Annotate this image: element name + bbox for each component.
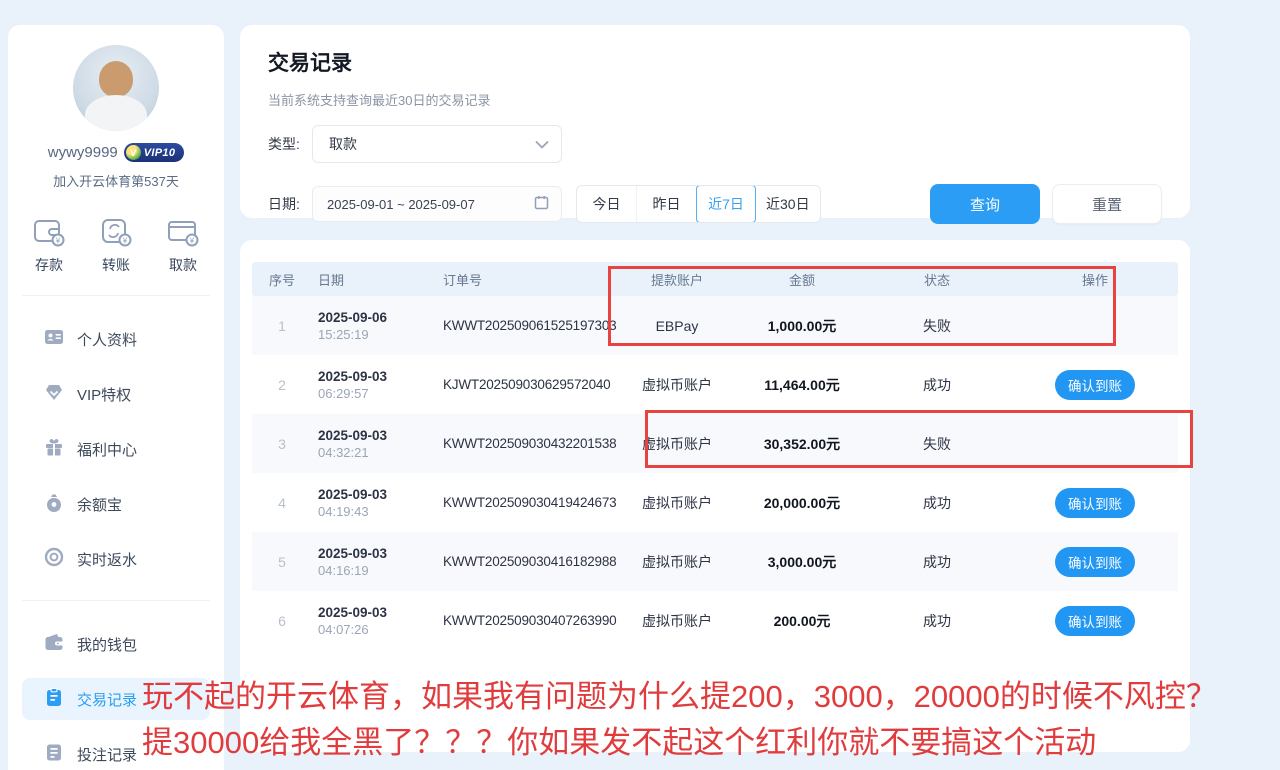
quick-actions: ¥ 存款 ¥ 转账 ¥ 取款 [8, 216, 224, 275]
sidebar: wywy9999 V VIP10 加入开云体育第537天 ¥ 存款 ¥ [8, 25, 224, 770]
col-index: 序号 [252, 270, 312, 289]
type-select[interactable]: 取款 [312, 125, 562, 163]
withdraw-icon: ¥ [166, 216, 200, 248]
range-today-button[interactable]: 今日 [577, 186, 637, 222]
vip-gem-icon: V [126, 145, 141, 160]
deposit-icon: ¥ [32, 216, 66, 248]
range-last30days-button[interactable]: 近30日 [756, 186, 820, 222]
page-subtitle: 当前系统支持查询最近30日的交易记录 [268, 90, 1162, 109]
svg-text:¥: ¥ [189, 237, 195, 246]
username: wywy9999 [48, 144, 118, 161]
confirm-arrival-button[interactable]: 确认到账 [1055, 547, 1135, 577]
date-label: 日期: [268, 194, 312, 214]
deposit-button[interactable]: ¥ 存款 [32, 216, 66, 275]
query-button[interactable]: 查询 [930, 184, 1040, 224]
transactions-icon [44, 687, 64, 711]
status-badge: 成功 [862, 611, 1012, 631]
svg-text:¥: ¥ [122, 237, 128, 246]
sidebar-item-vip[interactable]: VIP特权 [22, 373, 210, 415]
confirm-arrival-button[interactable]: 确认到账 [1055, 488, 1135, 518]
complaint-line-1: 玩不起的开云体育，如果我有问题为什么提200，3000，20000的时候不风控？ [142, 674, 1262, 720]
status-badge: 成功 [862, 375, 1012, 395]
type-label: 类型: [268, 134, 312, 154]
svg-text:¥: ¥ [55, 237, 61, 246]
status-badge: 成功 [862, 552, 1012, 572]
page-title: 交易记录 [268, 47, 1162, 77]
confirm-arrival-button[interactable]: 确认到账 [1055, 370, 1135, 400]
table-row: 2 2025-09-0306:29:57 KJWT202509030629572… [252, 355, 1178, 414]
transfer-icon: ¥ [99, 216, 133, 248]
withdraw-button[interactable]: ¥ 取款 [166, 216, 200, 275]
sidebar-item-welfare[interactable]: 福利中心 [22, 428, 210, 470]
filter-panel: 交易记录 当前系统支持查询最近30日的交易记录 类型: 取款 日期: 2025-… [240, 25, 1190, 218]
calendar-icon [534, 195, 549, 213]
table-row: 6 2025-09-0304:07:26 KWWT202509030407263… [252, 591, 1178, 650]
col-order: 订单号 [437, 270, 612, 289]
sidebar-item-rebate[interactable]: 实时返水 [22, 538, 210, 580]
complaint-line-2: 提30000给我全黑了？？？你如果发不起这个红利你就不要搞这个活动 [142, 720, 1262, 766]
sidebar-item-profile[interactable]: 个人资料 [22, 318, 210, 360]
col-account: 提款账户 [612, 270, 742, 289]
type-select-value: 取款 [329, 134, 357, 154]
date-range-input[interactable]: 2025-09-01 ~ 2025-09-07 [312, 186, 562, 222]
col-action: 操作 [1012, 270, 1178, 289]
welfare-icon [44, 437, 64, 461]
annotation-complaint-text: 玩不起的开云体育，如果我有问题为什么提200，3000，20000的时候不风控？… [142, 674, 1262, 766]
sidebar-item-yuebao[interactable]: 余额宝 [22, 483, 210, 525]
table-header-row: 序号 日期 订单号 提款账户 金额 状态 操作 [252, 262, 1178, 296]
table-row: 5 2025-09-0304:16:19 KWWT202509030416182… [252, 532, 1178, 591]
col-date: 日期 [312, 270, 437, 289]
range-yesterday-button[interactable]: 昨日 [637, 186, 697, 222]
col-status: 状态 [862, 270, 1012, 289]
table-row: 4 2025-09-0304:19:43 KWWT202509030419424… [252, 473, 1178, 532]
confirm-arrival-button[interactable]: 确认到账 [1055, 606, 1135, 636]
status-badge: 失败 [862, 316, 1012, 336]
reset-button[interactable]: 重置 [1052, 184, 1162, 224]
sidebar-item-wallet[interactable]: 我的钱包 [22, 623, 210, 665]
vip-icon [44, 382, 64, 406]
table-row: 1 2025-09-0615:25:19 KWWT202509061525197… [252, 296, 1178, 355]
vip-badge: V VIP10 [124, 143, 184, 162]
wallet-icon [44, 632, 64, 656]
join-days-text: 加入开云体育第537天 [8, 171, 224, 190]
table-row: 3 2025-09-0304:32:21 KWWT202509030432201… [252, 414, 1178, 473]
transfer-button[interactable]: ¥ 转账 [99, 216, 133, 275]
date-range-presets: 今日 昨日 近7日 近30日 [576, 185, 821, 223]
date-range-value: 2025-09-01 ~ 2025-09-07 [327, 197, 475, 212]
profile-icon [44, 327, 64, 351]
betting-icon [44, 742, 64, 766]
status-badge: 失败 [862, 434, 1012, 454]
status-badge: 成功 [862, 493, 1012, 513]
avatar-photo [99, 61, 133, 97]
col-amount: 金额 [742, 270, 862, 289]
yuebao-icon [44, 492, 64, 516]
rebate-icon [44, 547, 64, 571]
range-last7days-button[interactable]: 近7日 [696, 185, 756, 223]
sidebar-menu: 个人资料 VIP特权 福利中心 余额宝 实时返水 [8, 296, 224, 580]
avatar[interactable] [73, 45, 159, 131]
chevron-down-icon [535, 136, 549, 152]
